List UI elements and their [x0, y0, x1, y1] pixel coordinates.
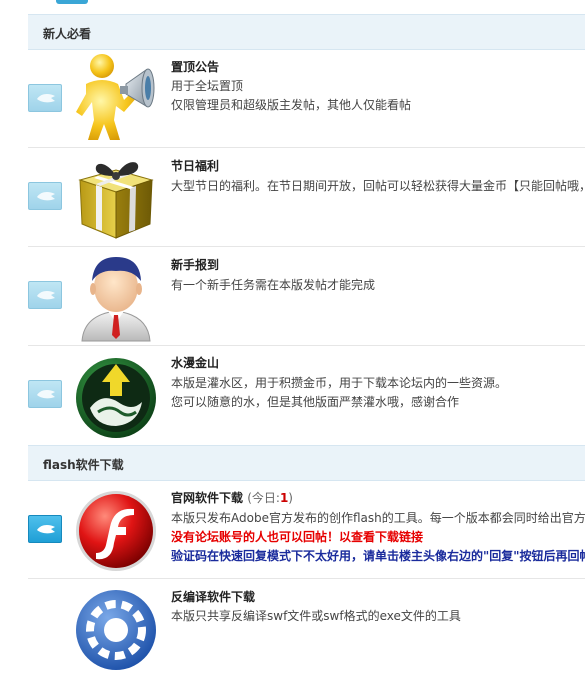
forum-name[interactable]: 新手报到: [171, 256, 219, 273]
forum-row-newbie: 新手报到 有一个新手任务需在本版发帖才能完成: [28, 247, 585, 346]
forum-name[interactable]: 官网软件下载 (今日:1): [171, 489, 293, 506]
forum-status-icon-new: [28, 515, 62, 543]
section-title: 新人必看: [43, 27, 92, 41]
forum-status-icon: [28, 380, 62, 408]
forum-notice-red: 没有论坛账号的人也可以回帖！以查看下载链接: [171, 530, 424, 544]
top-tab-indicator: [56, 0, 88, 4]
forum-status-icon: [28, 182, 62, 210]
forum-row-official: 官网软件下载 (今日:1) 本版只发布Adobe官方发布的创作flash的工具。…: [28, 481, 585, 579]
gift-box-icon[interactable]: [72, 150, 160, 242]
forum-description: 仅限管理员和超级版主发帖，其他人仅能看帖: [171, 98, 412, 112]
forum-name[interactable]: 置顶公告: [171, 58, 219, 75]
forum-name[interactable]: 反编译软件下载: [171, 588, 255, 605]
section-header-newbie[interactable]: 新人必看: [28, 14, 585, 50]
section-header-flash[interactable]: flash软件下载: [28, 445, 585, 481]
forum-name[interactable]: 水漫金山: [171, 354, 219, 371]
megaphone-man-icon[interactable]: [72, 50, 160, 142]
forum-description: 本版只共享反编译swf文件或swf格式的exe文件的工具: [171, 609, 461, 623]
forum-description: 用于全坛置顶: [171, 79, 244, 93]
forum-status-icon: [28, 281, 62, 309]
newbie-man-icon[interactable]: [72, 251, 160, 343]
forum-name-text: 官网软件下载: [171, 491, 244, 505]
section-title: flash软件下载: [43, 458, 124, 472]
forum-row-announcement: 置顶公告 用于全坛置顶 仅限管理员和超级版主发帖，其他人仅能看帖: [28, 50, 585, 148]
forum-row-holiday: 节日福利 大型节日的福利。在节日期间开放，回帖可以轻松获得大量金币【只能回帖哦，: [28, 148, 585, 247]
flash-logo-icon[interactable]: [72, 485, 160, 577]
today-label: (今日:: [247, 491, 280, 505]
forum-description: 有一个新手任务需在本版发帖才能完成: [171, 278, 376, 292]
forum-description: 本版是灌水区，用于积攒金币，用于下载本论坛内的一些资源。: [171, 376, 508, 390]
forum-row-flood: 水漫金山 本版是灌水区，用于积攒金币，用于下载本论坛内的一些资源。 您可以随意的…: [28, 346, 585, 444]
flood-emblem-icon[interactable]: [72, 352, 160, 444]
forum-description: 您可以随意的水，但是其他版面严禁灌水哦，感谢合作: [171, 395, 460, 409]
forum-status-icon: [28, 84, 62, 112]
forum-description: 大型节日的福利。在节日期间开放，回帖可以轻松获得大量金币【只能回帖哦，: [171, 179, 585, 193]
forum-description: 本版只发布Adobe官方发布的创作flash的工具。每一个版本都会同时给出官方: [171, 511, 585, 525]
today-label-close: ): [288, 491, 293, 505]
forum-row-decompile: 反编译软件下载 本版只共享反编译swf文件或swf格式的exe文件的工具: [28, 579, 585, 670]
forum-name[interactable]: 节日福利: [171, 157, 219, 174]
forum-notice-blue: 验证码在快速回复模式下不太好用，请单击楼主头像右边的"回复"按钮后再回帖: [171, 549, 585, 563]
gear-icon[interactable]: [72, 584, 160, 676]
